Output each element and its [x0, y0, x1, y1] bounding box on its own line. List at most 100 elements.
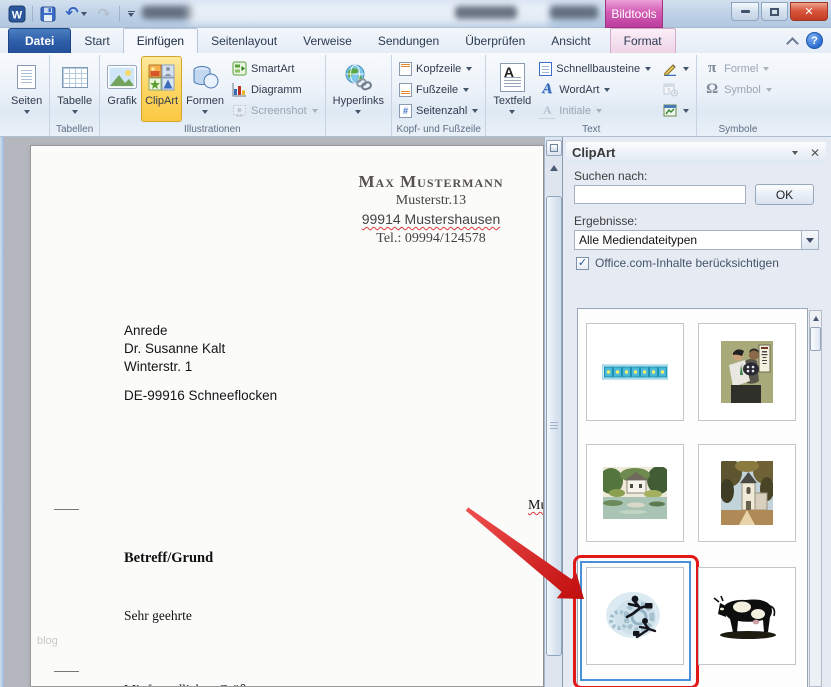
- undo-button[interactable]: ↶: [62, 3, 90, 25]
- document-page[interactable]: Max Mustermann Musterstr.13 99914 Muster…: [30, 145, 544, 687]
- minimize-button[interactable]: [731, 2, 759, 21]
- tab-verweise[interactable]: Verweise: [290, 28, 365, 53]
- closing-line: Mit freundlichen Grüßen: [124, 682, 259, 687]
- results-scrollbar[interactable]: [809, 310, 822, 687]
- clipart-result-cow[interactable]: [698, 567, 796, 665]
- group-label-symbole: Symbole: [697, 124, 779, 135]
- object-button[interactable]: [659, 100, 693, 121]
- clipart-result-filmstrip-border[interactable]: [586, 323, 684, 421]
- hyperlinks-button[interactable]: Hyperlinks: [329, 56, 388, 122]
- clipart-icon: [148, 64, 175, 91]
- tab-sendungen[interactable]: Sendungen: [365, 28, 452, 53]
- group-label-tabellen: Tabellen: [50, 124, 99, 135]
- redacted-title-text: [455, 6, 517, 19]
- table-icon: [62, 67, 88, 88]
- office-content-checkbox[interactable]: ✓: [576, 257, 589, 270]
- clipart-result-lake-house[interactable]: [586, 444, 684, 542]
- split-view-button[interactable]: [546, 140, 562, 156]
- optician-thumb: [721, 341, 773, 403]
- drop-cap-icon: A: [539, 103, 555, 119]
- grafik-button[interactable]: Grafik: [103, 56, 141, 122]
- footer-icon: [399, 83, 412, 97]
- tab-datei[interactable]: Datei: [8, 28, 71, 53]
- initiale-button-disabled: A Initiale: [535, 100, 655, 121]
- help-icon: ?: [811, 35, 818, 47]
- qat-separator: [32, 6, 33, 22]
- filmstrip-border-thumb: [602, 364, 668, 380]
- chevron-down-icon: [806, 238, 814, 243]
- ribbon: Seiten Tabelle Tabellen Grafik: [0, 53, 831, 137]
- media-type-value: Alle Mediendateitypen: [579, 233, 697, 247]
- clipart-result-church[interactable]: [698, 444, 796, 542]
- textfeld-button[interactable]: A Textfeld: [489, 56, 535, 122]
- schnellbausteine-button[interactable]: Schnellbausteine: [535, 58, 655, 79]
- clipart-result-optician[interactable]: [698, 323, 796, 421]
- redacted-title-text: [550, 6, 598, 19]
- page-number-icon: #: [399, 104, 412, 118]
- clipart-button[interactable]: ClipArt: [141, 56, 182, 122]
- select-dropdown-button[interactable]: [801, 231, 818, 249]
- pane-close-icon[interactable]: ✕: [810, 146, 820, 160]
- screenshot-button-disabled: Screenshot: [228, 100, 322, 121]
- fusszeile-button[interactable]: Fußzeile: [395, 79, 482, 100]
- pane-menu-icon[interactable]: [792, 151, 798, 155]
- signature-line-button[interactable]: [659, 58, 693, 79]
- word-logo-icon[interactable]: W: [6, 3, 28, 25]
- clipart-result-teamwork-gears[interactable]: [586, 567, 684, 665]
- close-button[interactable]: ✕: [790, 2, 828, 21]
- formen-button[interactable]: Formen: [182, 56, 228, 122]
- smartart-button[interactable]: SmartArt: [228, 58, 322, 79]
- results-scroll-up[interactable]: [810, 312, 821, 325]
- tabelle-button[interactable]: Tabelle: [53, 56, 96, 122]
- tab-einfuegen[interactable]: Einfügen: [123, 28, 198, 53]
- smartart-icon: [232, 61, 247, 76]
- wordart-button[interactable]: A WordArt: [535, 79, 655, 100]
- fold-mark: [54, 509, 79, 510]
- symbol-button-disabled: Ω Symbol: [700, 79, 776, 100]
- window-controls: ✕: [731, 2, 828, 21]
- help-button[interactable]: ?: [806, 32, 823, 49]
- ribbon-collapse-button[interactable]: [786, 36, 800, 45]
- cow-engraving-thumb: [710, 592, 784, 640]
- ribbon-tab-bar: Datei Start Einfügen Seitenlayout Verwei…: [0, 28, 831, 53]
- split-icon: [550, 144, 558, 152]
- ribbon-group-tabellen: Tabelle Tabellen: [50, 55, 100, 136]
- picture-icon: [107, 65, 137, 89]
- media-type-select[interactable]: Alle Mediendateitypen: [574, 230, 819, 250]
- redo-icon: ↷: [98, 7, 111, 22]
- group-label-illustrationen: Illustrationen: [100, 124, 325, 135]
- shapes-icon: [191, 64, 219, 90]
- hyperlink-globe-icon: [344, 64, 372, 91]
- maximize-button[interactable]: [761, 2, 788, 21]
- qat-customize-button[interactable]: [124, 3, 138, 25]
- formel-button-disabled: π Formel: [700, 58, 776, 79]
- letterhead: Max Mustermann Musterstr.13 99914 Muster…: [271, 172, 544, 248]
- tab-ueberpruefen[interactable]: Überprüfen: [452, 28, 538, 53]
- diagramm-button[interactable]: Diagramm: [228, 79, 322, 100]
- save-button[interactable]: [37, 3, 59, 25]
- ribbon-group-text: A Textfeld Schnellbausteine A WordArt A …: [486, 55, 697, 136]
- tab-start[interactable]: Start: [71, 28, 122, 53]
- document-scrollbar[interactable]: [544, 137, 562, 687]
- seitenzahl-button[interactable]: # Seitenzahl: [395, 100, 482, 121]
- word-window: W ↶ ↷ Bildtools ✕: [0, 0, 831, 687]
- object-icon: [663, 104, 678, 118]
- scrollbar-thumb[interactable]: [546, 196, 562, 656]
- qat-separator: [119, 6, 120, 22]
- ok-button[interactable]: OK: [755, 184, 814, 205]
- seiten-button[interactable]: Seiten: [7, 56, 46, 122]
- tab-format[interactable]: Format: [610, 28, 676, 53]
- tab-ansicht[interactable]: Ansicht: [538, 28, 603, 53]
- pane-header[interactable]: ClipArt ✕: [566, 142, 826, 163]
- scroll-up-button[interactable]: [546, 160, 562, 176]
- office-content-label: Office.com-Inhalte berücksichtigen: [595, 256, 779, 270]
- recipient-line: Anrede: [124, 322, 277, 340]
- kopfzeile-button[interactable]: Kopfzeile: [395, 58, 482, 79]
- pane-title: ClipArt: [572, 145, 792, 160]
- tab-seitenlayout[interactable]: Seitenlayout: [198, 28, 290, 53]
- office-content-option[interactable]: ✓ Office.com-Inhalte berücksichtigen: [576, 256, 779, 270]
- results-scroll-thumb[interactable]: [810, 327, 821, 351]
- search-input[interactable]: [574, 185, 746, 204]
- clipart-results-list: [577, 308, 808, 687]
- quick-access-toolbar: W ↶ ↷: [6, 3, 138, 25]
